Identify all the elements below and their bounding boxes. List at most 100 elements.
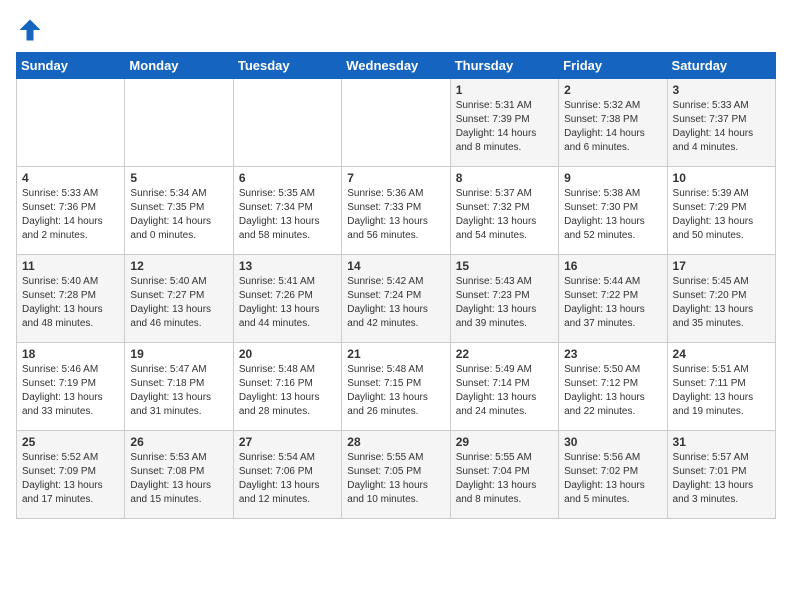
day-number: 21	[347, 347, 444, 361]
day-number: 22	[456, 347, 553, 361]
day-cell: 17Sunrise: 5:45 AM Sunset: 7:20 PM Dayli…	[667, 255, 775, 343]
day-cell: 12 Sunrise: 5:40 AM Sunset: 7:27 PM Dayli…	[125, 255, 233, 343]
day-number: 5	[130, 171, 227, 185]
day-info: Sunrise: 5:44 AM Sunset: 7:22 PM Dayligh…	[564, 275, 661, 331]
day-cell	[233, 79, 341, 167]
week-row-1: 4Sunrise: 5:33 AM Sunset: 7:36 PM Daylig…	[17, 167, 776, 255]
weekday-header-tuesday: Tuesday	[233, 53, 341, 79]
day-cell: 7Sunrise: 5:36 AM Sunset: 7:33 PM Daylig…	[342, 167, 450, 255]
day-number: 24	[673, 347, 770, 361]
day-cell: 6Sunrise: 5:35 AM Sunset: 7:34 PM Daylig…	[233, 167, 341, 255]
day-number: 4	[22, 171, 119, 185]
day-cell: 11 Sunrise: 5:40 AM Sunset: 7:28 PM Dayli…	[17, 255, 125, 343]
day-number: 7	[347, 171, 444, 185]
day-number: 29	[456, 435, 553, 449]
day-info: Sunrise: 5:42 AM Sunset: 7:24 PM Dayligh…	[347, 275, 444, 331]
day-cell: 23 Sunrise: 5:50 AM Sunset: 7:12 PM Dayli…	[559, 343, 667, 431]
day-cell: 8 Sunrise: 5:37 AM Sunset: 7:32 PM Daylig…	[450, 167, 558, 255]
day-cell: 5 Sunrise: 5:34 AM Sunset: 7:35 PM Daylig…	[125, 167, 233, 255]
day-cell: 10Sunrise: 5:39 AM Sunset: 7:29 PM Dayli…	[667, 167, 775, 255]
day-cell: 4Sunrise: 5:33 AM Sunset: 7:36 PM Daylig…	[17, 167, 125, 255]
day-number: 31	[673, 435, 770, 449]
day-number: 19	[130, 347, 227, 361]
day-number: 20	[239, 347, 336, 361]
day-info: Sunrise: 5:46 AM Sunset: 7:19 PM Dayligh…	[22, 363, 119, 419]
day-info: Sunrise: 5:54 AM Sunset: 7:06 PM Dayligh…	[239, 451, 336, 507]
logo	[16, 16, 46, 44]
day-cell: 16 Sunrise: 5:44 AM Sunset: 7:22 PM Dayli…	[559, 255, 667, 343]
day-cell: 20 Sunrise: 5:48 AM Sunset: 7:16 PM Dayli…	[233, 343, 341, 431]
day-cell: 25 Sunrise: 5:52 AM Sunset: 7:09 PM Dayli…	[17, 431, 125, 519]
day-number: 11	[22, 259, 119, 273]
day-number: 23	[564, 347, 661, 361]
day-cell	[17, 79, 125, 167]
day-info: Sunrise: 5:40 AM Sunset: 7:28 PM Dayligh…	[22, 275, 119, 331]
day-info: Sunrise: 5:32 AM Sunset: 7:38 PM Dayligh…	[564, 99, 661, 155]
day-cell	[125, 79, 233, 167]
day-cell: 19Sunrise: 5:47 AM Sunset: 7:18 PM Dayli…	[125, 343, 233, 431]
day-cell: 29 Sunrise: 5:55 AM Sunset: 7:04 PM Dayli…	[450, 431, 558, 519]
day-number: 15	[456, 259, 553, 273]
day-cell: 21 Sunrise: 5:48 AM Sunset: 7:15 PM Dayli…	[342, 343, 450, 431]
day-cell: 30 Sunrise: 5:56 AM Sunset: 7:02 PM Dayli…	[559, 431, 667, 519]
day-info: Sunrise: 5:51 AM Sunset: 7:11 PM Dayligh…	[673, 363, 770, 419]
day-info: Sunrise: 5:55 AM Sunset: 7:05 PM Dayligh…	[347, 451, 444, 507]
weekday-header-row: SundayMondayTuesdayWednesdayThursdayFrid…	[17, 53, 776, 79]
weekday-header-monday: Monday	[125, 53, 233, 79]
day-info: Sunrise: 5:33 AM Sunset: 7:37 PM Dayligh…	[673, 99, 770, 155]
day-cell: 18Sunrise: 5:46 AM Sunset: 7:19 PM Dayli…	[17, 343, 125, 431]
page-header	[16, 16, 776, 44]
day-cell: 31 Sunrise: 5:57 AM Sunset: 7:01 PM Dayli…	[667, 431, 775, 519]
day-number: 17	[673, 259, 770, 273]
day-cell: 13 Sunrise: 5:41 AM Sunset: 7:26 PM Dayli…	[233, 255, 341, 343]
day-cell: 24 Sunrise: 5:51 AM Sunset: 7:11 PM Dayli…	[667, 343, 775, 431]
day-number: 16	[564, 259, 661, 273]
day-cell: 2 Sunrise: 5:32 AM Sunset: 7:38 PM Daylig…	[559, 79, 667, 167]
weekday-header-thursday: Thursday	[450, 53, 558, 79]
weekday-header-wednesday: Wednesday	[342, 53, 450, 79]
day-cell: 26Sunrise: 5:53 AM Sunset: 7:08 PM Dayli…	[125, 431, 233, 519]
day-info: Sunrise: 5:48 AM Sunset: 7:16 PM Dayligh…	[239, 363, 336, 419]
day-cell: 22 Sunrise: 5:49 AM Sunset: 7:14 PM Dayli…	[450, 343, 558, 431]
weekday-header-friday: Friday	[559, 53, 667, 79]
day-info: Sunrise: 5:52 AM Sunset: 7:09 PM Dayligh…	[22, 451, 119, 507]
day-info: Sunrise: 5:41 AM Sunset: 7:26 PM Dayligh…	[239, 275, 336, 331]
day-cell: 15 Sunrise: 5:43 AM Sunset: 7:23 PM Dayli…	[450, 255, 558, 343]
day-number: 30	[564, 435, 661, 449]
calendar-table: SundayMondayTuesdayWednesdayThursdayFrid…	[16, 52, 776, 519]
day-number: 13	[239, 259, 336, 273]
day-cell: 27Sunrise: 5:54 AM Sunset: 7:06 PM Dayli…	[233, 431, 341, 519]
week-row-4: 25 Sunrise: 5:52 AM Sunset: 7:09 PM Dayli…	[17, 431, 776, 519]
week-row-3: 18Sunrise: 5:46 AM Sunset: 7:19 PM Dayli…	[17, 343, 776, 431]
day-cell: 1Sunrise: 5:31 AM Sunset: 7:39 PM Daylig…	[450, 79, 558, 167]
day-info: Sunrise: 5:49 AM Sunset: 7:14 PM Dayligh…	[456, 363, 553, 419]
day-info: Sunrise: 5:56 AM Sunset: 7:02 PM Dayligh…	[564, 451, 661, 507]
day-cell: 14 Sunrise: 5:42 AM Sunset: 7:24 PM Dayli…	[342, 255, 450, 343]
day-info: Sunrise: 5:55 AM Sunset: 7:04 PM Dayligh…	[456, 451, 553, 507]
day-number: 10	[673, 171, 770, 185]
day-cell	[342, 79, 450, 167]
day-info: Sunrise: 5:37 AM Sunset: 7:32 PM Dayligh…	[456, 187, 553, 243]
day-number: 12	[130, 259, 227, 273]
day-number: 25	[22, 435, 119, 449]
weekday-header-saturday: Saturday	[667, 53, 775, 79]
day-number: 2	[564, 83, 661, 97]
day-info: Sunrise: 5:48 AM Sunset: 7:15 PM Dayligh…	[347, 363, 444, 419]
day-cell: 3 Sunrise: 5:33 AM Sunset: 7:37 PM Daylig…	[667, 79, 775, 167]
day-info: Sunrise: 5:34 AM Sunset: 7:35 PM Dayligh…	[130, 187, 227, 243]
day-cell: 28Sunrise: 5:55 AM Sunset: 7:05 PM Dayli…	[342, 431, 450, 519]
day-number: 14	[347, 259, 444, 273]
day-cell: 9 Sunrise: 5:38 AM Sunset: 7:30 PM Daylig…	[559, 167, 667, 255]
day-info: Sunrise: 5:50 AM Sunset: 7:12 PM Dayligh…	[564, 363, 661, 419]
day-info: Sunrise: 5:43 AM Sunset: 7:23 PM Dayligh…	[456, 275, 553, 331]
day-number: 8	[456, 171, 553, 185]
day-info: Sunrise: 5:35 AM Sunset: 7:34 PM Dayligh…	[239, 187, 336, 243]
week-row-0: 1Sunrise: 5:31 AM Sunset: 7:39 PM Daylig…	[17, 79, 776, 167]
day-number: 3	[673, 83, 770, 97]
day-info: Sunrise: 5:57 AM Sunset: 7:01 PM Dayligh…	[673, 451, 770, 507]
day-info: Sunrise: 5:38 AM Sunset: 7:30 PM Dayligh…	[564, 187, 661, 243]
week-row-2: 11 Sunrise: 5:40 AM Sunset: 7:28 PM Dayli…	[17, 255, 776, 343]
day-info: Sunrise: 5:40 AM Sunset: 7:27 PM Dayligh…	[130, 275, 227, 331]
day-info: Sunrise: 5:31 AM Sunset: 7:39 PM Dayligh…	[456, 99, 553, 155]
day-number: 9	[564, 171, 661, 185]
